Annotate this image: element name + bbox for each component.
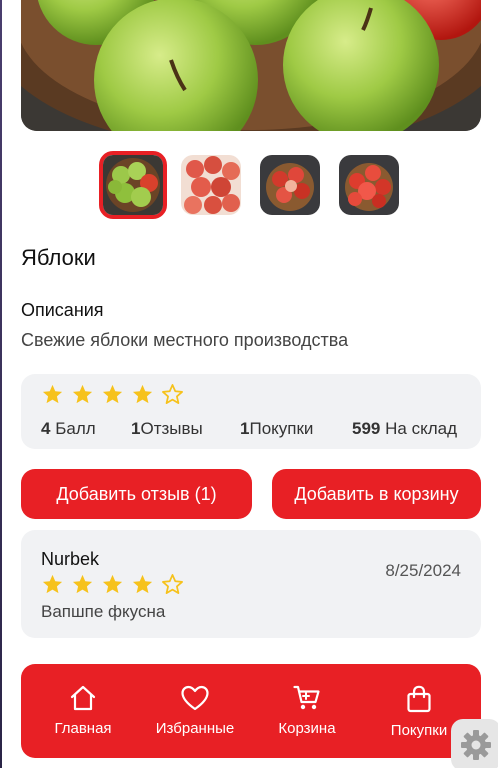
review-author: Nurbek (41, 549, 100, 569)
reviews-label: Отзывы (140, 419, 203, 438)
bottom-navigation: Главная Избранные Корзина Покупки (21, 664, 481, 758)
review-star-filled-icon (132, 574, 153, 594)
nav-label-purchases: Покупки (390, 722, 448, 739)
product-title: Яблоки (21, 245, 96, 270)
review-text: Вапшпе фкусна (41, 602, 166, 621)
shopping-bag-icon (407, 685, 431, 713)
review-star-filled-icon (42, 574, 63, 594)
score-stat: 4 Балл (41, 419, 96, 439)
nav-label-favorites: Избранные (155, 720, 235, 737)
product-star-filled-icon (72, 384, 93, 404)
stock-label: На склад (385, 419, 457, 438)
purchases-label: Покупки (249, 419, 314, 438)
score-value: 4 (41, 419, 51, 438)
stock-stat: 599 На склад (352, 419, 457, 439)
nav-label-cart: Корзина (278, 720, 336, 737)
product-main-image (21, 0, 481, 131)
purchases-stat: 1Покупки (240, 419, 313, 439)
product-star-empty-icon (162, 384, 183, 404)
product-rating-stars (41, 383, 184, 406)
description-label: Описания (21, 300, 104, 320)
add-review-button[interactable]: Добавить отзыв (1) (21, 469, 252, 519)
review-rating-stars (41, 573, 184, 596)
product-stats-card: 4 Балл 1Отзывы 1Покупки 599 На склад (21, 374, 481, 449)
nav-item-cart[interactable]: Корзина (257, 664, 357, 758)
window-edge (0, 0, 2, 768)
heart-icon (181, 685, 209, 711)
green-apples-thumbnail[interactable] (99, 151, 167, 219)
nav-item-favorites[interactable]: Избранные (145, 664, 245, 758)
product-description: Свежие яблоки местного производства (21, 330, 349, 350)
review-date: 8/25/2024 (385, 561, 461, 580)
score-label: Балл (55, 419, 96, 438)
review-card: Nurbek 8/25/2024 Вапшпе фкусна (21, 530, 481, 638)
review-star-filled-icon (72, 574, 93, 594)
review-star-filled-icon (102, 574, 123, 594)
red-apples-basket-thumbnail-2[interactable] (339, 155, 399, 215)
gear-icon (461, 730, 491, 760)
nav-label-home: Главная (54, 720, 112, 737)
review-star-empty-icon (162, 574, 183, 594)
cart-icon (293, 685, 320, 710)
settings-floating-button[interactable] (451, 719, 498, 768)
nav-item-home[interactable]: Главная (33, 664, 133, 758)
red-apples-basket-thumbnail[interactable] (260, 155, 320, 215)
product-star-filled-icon (42, 384, 63, 404)
red-apples-thumbnail[interactable] (181, 155, 241, 215)
reviews-stat: 1Отзывы (131, 419, 203, 439)
home-icon (70, 685, 96, 711)
product-star-filled-icon (132, 384, 153, 404)
product-star-filled-icon (102, 384, 123, 404)
stock-value: 599 (352, 419, 381, 438)
add-to-cart-button[interactable]: Добавить в корзину (272, 469, 481, 519)
